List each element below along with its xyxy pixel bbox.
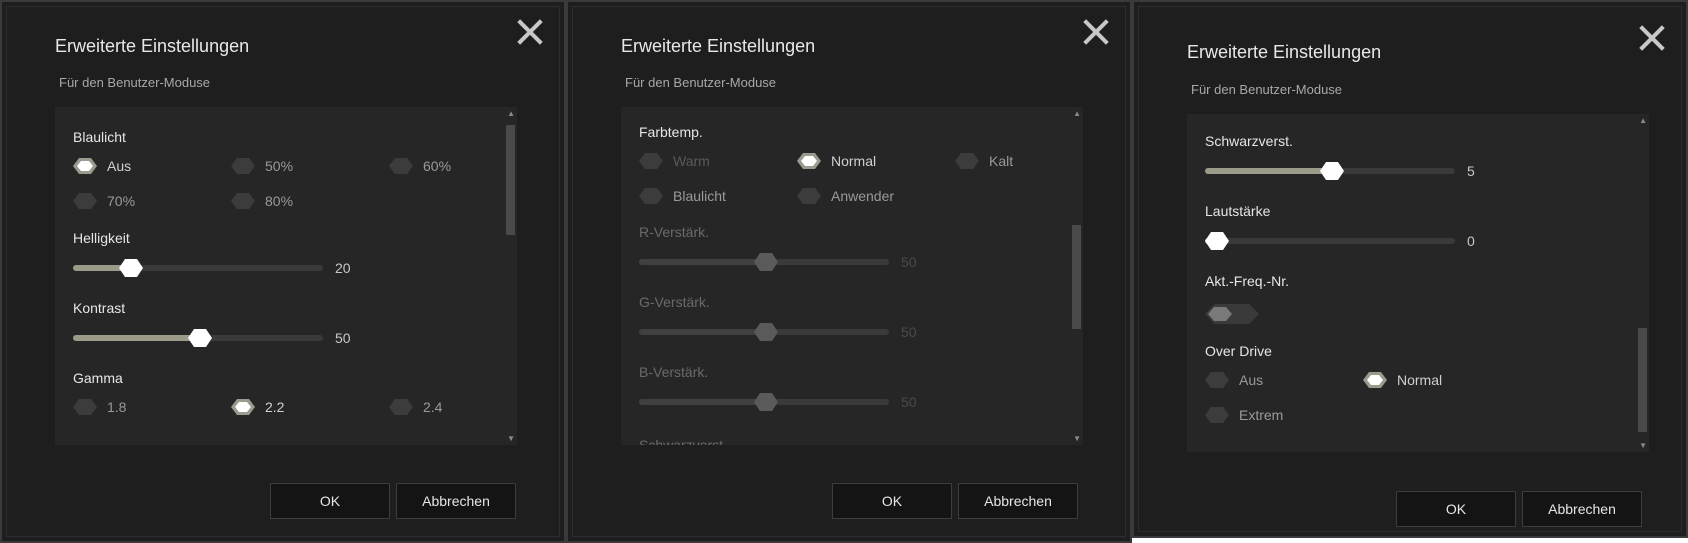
scroll-down-arrow-icon[interactable]: ▼ — [507, 434, 515, 443]
gamma-option-2-4[interactable]: 2.4 — [389, 397, 442, 417]
cancel-button[interactable]: Abbrechen — [1522, 491, 1642, 527]
helligkeit-label: Helligkeit — [73, 230, 130, 246]
schwarzverst-label-partial: Schwarzverst. — [639, 437, 727, 445]
b-gain-label: B-Verstärk. — [639, 364, 709, 380]
blaulicht-option-70[interactable]: 70% — [73, 191, 135, 211]
slider-fill — [1205, 168, 1332, 174]
g-gain-label: G-Verstärk. — [639, 294, 710, 310]
slider-thumb[interactable] — [1205, 232, 1229, 250]
r-gain-label: R-Verstärk. — [639, 224, 710, 240]
slider-value: 5 — [1467, 163, 1475, 179]
scrollbar-thumb[interactable] — [1638, 328, 1647, 432]
scroll-down-arrow-icon[interactable]: ▼ — [1639, 441, 1647, 450]
farbtemp-option-kalt[interactable]: Kalt — [955, 151, 1013, 171]
blaulicht-option-60[interactable]: 60% — [389, 156, 451, 176]
farbtemp-option-normal[interactable]: Normal — [797, 151, 876, 171]
scroll-up-arrow-icon[interactable]: ▲ — [1073, 109, 1081, 118]
scroll-up-arrow-icon[interactable]: ▲ — [1639, 116, 1647, 125]
slider-value: 20 — [335, 260, 351, 276]
slider-track — [1205, 238, 1455, 244]
dialog-subtitle: Für den Benutzer-Moduse — [59, 75, 211, 90]
kontrast-label: Kontrast — [73, 300, 126, 316]
ok-button[interactable]: OK — [270, 483, 390, 519]
slider-fill — [639, 329, 766, 335]
advanced-settings-dialog-3: Erweiterte Einstellungen Für den Benutze… — [1132, 0, 1688, 538]
gamma-option-1-8[interactable]: 1.8 — [73, 397, 126, 417]
radio-icon — [639, 153, 663, 169]
settings-panel: ▲ ▼ Blaulicht Aus 50% 60% 70% 80% Hellig… — [55, 107, 517, 445]
schwarzverst-label: Schwarzverst. — [1205, 133, 1293, 149]
farbtemp-label: Farbtemp. — [639, 124, 703, 140]
slider-fill — [73, 335, 200, 341]
slider-value: 50 — [901, 394, 917, 410]
blaulicht-option-80[interactable]: 80% — [231, 191, 293, 211]
advanced-settings-dialog-1: Erweiterte Einstellungen Für den Benutze… — [0, 0, 566, 543]
farbtemp-option-warm[interactable]: Warm — [639, 151, 710, 171]
overdrive-option-extrem[interactable]: Extrem — [1205, 405, 1283, 425]
scrollbar-thumb[interactable] — [1072, 225, 1081, 329]
radio-selected-icon — [797, 153, 821, 169]
scroll-down-arrow-icon[interactable]: ▼ — [1073, 434, 1081, 443]
overdrive-option-aus[interactable]: Aus — [1205, 370, 1263, 390]
radio-icon — [389, 399, 413, 415]
slider-value: 50 — [901, 254, 917, 270]
slider-thumb[interactable] — [119, 259, 143, 277]
close-icon[interactable] — [516, 18, 544, 46]
blaulicht-option-50[interactable]: 50% — [231, 156, 293, 176]
slider-value: 50 — [335, 330, 351, 346]
radio-selected-icon — [1363, 372, 1387, 388]
radio-icon — [1205, 372, 1229, 388]
toggle-knob — [1208, 307, 1232, 321]
slider-fill — [639, 259, 766, 265]
blaulicht-label: Blaulicht — [73, 129, 126, 145]
radio-icon — [955, 153, 979, 169]
scrollbar-thumb[interactable] — [506, 125, 515, 235]
slider-thumb[interactable] — [754, 253, 778, 271]
freq-label: Akt.-Freq.-Nr. — [1205, 273, 1290, 289]
slider-value: 0 — [1467, 233, 1475, 249]
slider-thumb[interactable] — [1320, 162, 1344, 180]
close-icon[interactable] — [1638, 24, 1666, 52]
slider-thumb[interactable] — [754, 323, 778, 341]
radio-icon — [73, 399, 97, 415]
dialog-title: Erweiterte Einstellungen — [621, 36, 816, 56]
radio-icon — [639, 188, 663, 204]
lautstaerke-label: Lautstärke — [1205, 203, 1271, 219]
radio-selected-icon — [73, 158, 97, 174]
ok-button[interactable]: OK — [1396, 491, 1516, 527]
radio-selected-icon — [231, 399, 255, 415]
dialog-subtitle: Für den Benutzer-Moduse — [625, 75, 777, 90]
farbtemp-option-blaulicht[interactable]: Blaulicht — [639, 186, 726, 206]
slider-value: 50 — [901, 324, 917, 340]
radio-icon — [231, 193, 255, 209]
slider-fill — [639, 399, 766, 405]
slider-thumb[interactable] — [188, 329, 212, 347]
ok-button[interactable]: OK — [832, 483, 952, 519]
overdrive-label: Over Drive — [1205, 343, 1272, 359]
blaulicht-option-aus[interactable]: Aus — [73, 156, 131, 176]
cancel-button[interactable]: Abbrechen — [958, 483, 1078, 519]
scroll-up-arrow-icon[interactable]: ▲ — [507, 109, 515, 118]
dialog-title: Erweiterte Einstellungen — [1187, 42, 1382, 62]
settings-panel: ▲ ▼ Schwarzverst. 5 Lautstärke 0 Akt.-Fr… — [1187, 114, 1649, 452]
close-icon[interactable] — [1082, 18, 1110, 46]
advanced-settings-dialog-2: Erweiterte Einstellungen Für den Benutze… — [566, 0, 1132, 543]
radio-icon — [389, 158, 413, 174]
radio-icon — [1205, 407, 1229, 423]
cancel-button[interactable]: Abbrechen — [396, 483, 516, 519]
dialog-subtitle: Für den Benutzer-Moduse — [1191, 82, 1343, 97]
gamma-option-2-2[interactable]: 2.2 — [231, 397, 284, 417]
radio-icon — [73, 193, 97, 209]
gamma-label: Gamma — [73, 370, 123, 386]
slider-thumb[interactable] — [754, 393, 778, 411]
freq-toggle[interactable] — [1205, 304, 1259, 324]
settings-panel: ▲ ▼ Farbtemp. Warm Normal Kalt Blaulicht… — [621, 107, 1083, 445]
farbtemp-option-anwender[interactable]: Anwender — [797, 186, 894, 206]
dialog-title: Erweiterte Einstellungen — [55, 36, 250, 56]
overdrive-option-normal[interactable]: Normal — [1363, 370, 1442, 390]
radio-icon — [797, 188, 821, 204]
radio-icon — [231, 158, 255, 174]
